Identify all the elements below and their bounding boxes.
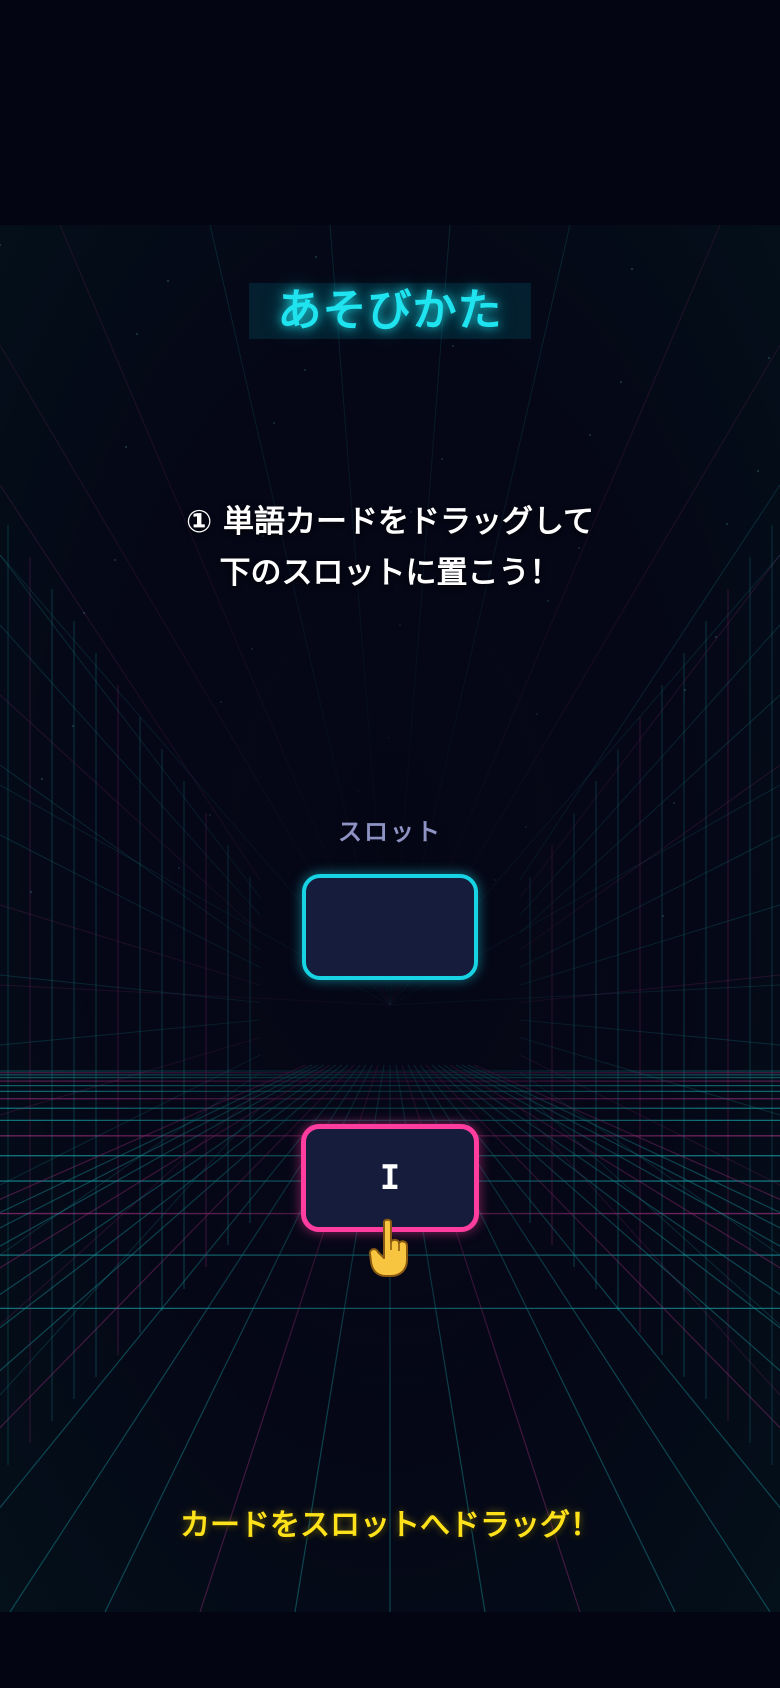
instruction-line-2: 下のスロットに置こう！ — [219, 555, 561, 591]
drag-hint: カードをスロットへドラッグ！ — [180, 1508, 600, 1543]
slot-label: スロット — [338, 818, 442, 846]
instruction-line-1: ① 単語カードをドラッグして — [185, 504, 595, 540]
tutorial-title: あそびかた — [249, 283, 531, 339]
hand-pointer-icon — [368, 1218, 408, 1277]
top-letterbox — [0, 0, 780, 225]
bottom-letterbox — [0, 1612, 780, 1688]
game-screen: あそびかた ① 単語カードをドラッグして 下のスロットに置こう！ スロット I … — [0, 0, 780, 1688]
word-card[interactable]: I — [301, 1124, 479, 1232]
drop-slot[interactable] — [302, 874, 478, 980]
